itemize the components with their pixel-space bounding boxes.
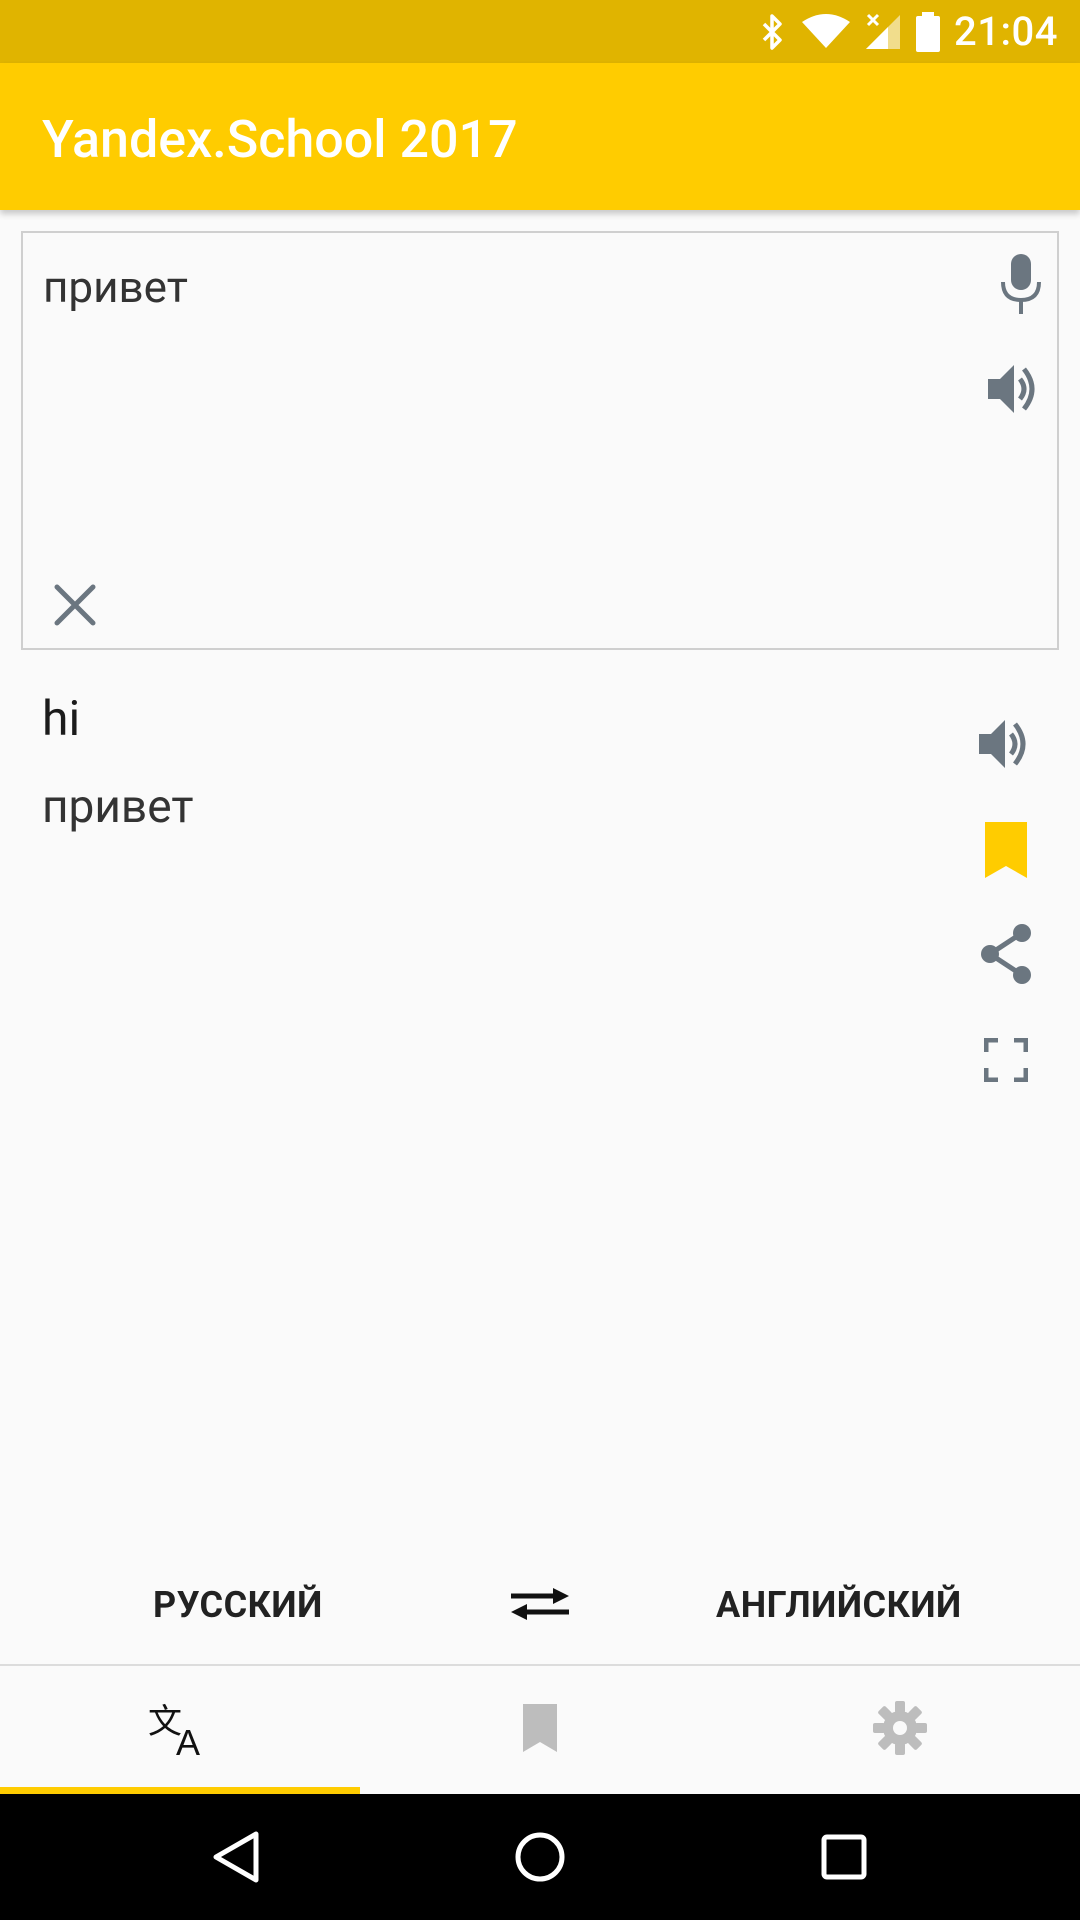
bookmark-tab-icon bbox=[521, 1704, 559, 1756]
fullscreen-icon[interactable] bbox=[966, 1028, 1046, 1092]
recents-icon[interactable] bbox=[784, 1794, 904, 1920]
input-text[interactable]: привет bbox=[43, 261, 188, 313]
translate-icon: 文 A bbox=[148, 1699, 212, 1763]
cell-signal-icon bbox=[864, 13, 902, 51]
swap-arrows-icon[interactable] bbox=[498, 1572, 582, 1636]
target-language-button[interactable]: АНГЛИЙСКИЙ bbox=[716, 1584, 962, 1626]
tab-bar: 文 A bbox=[0, 1666, 1080, 1794]
status-icons: 21:04 bbox=[758, 0, 1058, 63]
speaker-icon[interactable] bbox=[975, 357, 1055, 421]
back-icon[interactable] bbox=[176, 1794, 296, 1920]
home-icon[interactable] bbox=[480, 1794, 600, 1920]
bluetooth-icon bbox=[758, 12, 788, 52]
input-card[interactable]: привет bbox=[21, 231, 1059, 650]
tab-translate[interactable]: 文 A bbox=[0, 1666, 360, 1794]
svg-text:A: A bbox=[176, 1722, 200, 1757]
result-speaker-icon[interactable] bbox=[966, 712, 1046, 776]
source-text: привет bbox=[42, 780, 194, 834]
gear-icon bbox=[873, 1701, 927, 1759]
translation-text: hi bbox=[42, 690, 81, 747]
app-bar: Yandex.School 2017 bbox=[0, 63, 1080, 210]
bookmark-icon[interactable] bbox=[966, 818, 1046, 882]
active-tab-indicator bbox=[0, 1787, 360, 1794]
tab-bookmarks[interactable] bbox=[360, 1666, 720, 1794]
clear-icon[interactable] bbox=[45, 575, 105, 635]
microphone-icon[interactable] bbox=[981, 253, 1061, 317]
share-icon[interactable] bbox=[966, 922, 1046, 986]
navigation-bar bbox=[0, 1794, 1080, 1920]
tab-settings[interactable] bbox=[720, 1666, 1080, 1794]
app-title: Yandex.School 2017 bbox=[42, 109, 518, 170]
language-bar: РУССКИЙ АНГЛИЙСКИЙ bbox=[0, 1552, 1080, 1652]
source-language-button[interactable]: РУССКИЙ bbox=[153, 1584, 323, 1626]
wifi-icon bbox=[802, 13, 851, 50]
battery-icon bbox=[916, 11, 941, 52]
status-bar: 21:04 bbox=[0, 0, 1080, 63]
status-time: 21:04 bbox=[954, 8, 1058, 55]
